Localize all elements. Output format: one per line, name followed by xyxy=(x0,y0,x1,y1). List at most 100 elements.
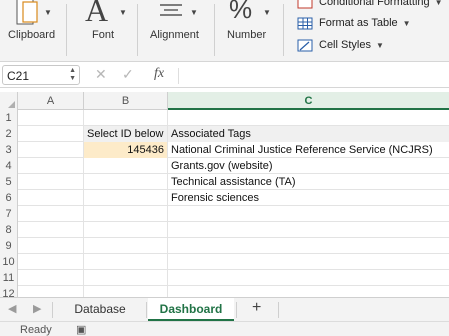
tab-database[interactable]: Database xyxy=(56,298,144,322)
row-header[interactable]: 8 xyxy=(0,222,18,238)
font-label: Font xyxy=(92,29,115,41)
cell-A12[interactable] xyxy=(18,286,84,297)
add-sheet-button[interactable]: + xyxy=(252,299,261,317)
conditional-formatting-button[interactable]: Conditional Formatting ▼ xyxy=(297,0,443,11)
cell-C11[interactable] xyxy=(168,270,449,286)
cell-styles-button[interactable]: Cell Styles ▼ xyxy=(297,36,384,54)
cell-C5[interactable]: Technical assistance (TA) xyxy=(168,174,449,190)
cell-A4[interactable] xyxy=(18,158,84,174)
cell-A2[interactable] xyxy=(18,126,84,142)
row-header[interactable]: 4 xyxy=(0,158,18,174)
cell-B2[interactable]: Select ID below xyxy=(84,126,168,142)
cell-B6[interactable] xyxy=(84,190,168,206)
table-row: 5 Technical assistance (TA) xyxy=(0,174,449,190)
macro-record-icon[interactable]: ▣ xyxy=(76,323,86,336)
cell-A6[interactable] xyxy=(18,190,84,206)
row-header[interactable]: 3 xyxy=(0,142,18,158)
cell-A1[interactable] xyxy=(18,110,84,126)
row-header[interactable]: 1 xyxy=(0,110,18,126)
column-headers: A B C xyxy=(0,92,449,110)
column-header-a[interactable]: A xyxy=(18,92,84,110)
cell-C1[interactable] xyxy=(168,110,449,126)
clipboard-label: Clipboard xyxy=(8,29,56,41)
cell-C2[interactable]: Associated Tags xyxy=(168,126,449,142)
cell-B9[interactable] xyxy=(84,238,168,254)
alignment-group[interactable]: ▼ Alignment xyxy=(138,0,214,61)
tab-dashboard[interactable]: Dashboard xyxy=(148,298,234,322)
align-center-icon[interactable] xyxy=(158,2,184,20)
row-header[interactable]: 9 xyxy=(0,238,18,254)
paste-icon[interactable] xyxy=(16,0,38,26)
percent-icon[interactable]: % xyxy=(229,0,252,25)
clipboard-group[interactable]: ▼ Clipboard xyxy=(0,0,66,61)
table-row: 3 145436 National Criminal Justice Referen… xyxy=(0,142,449,158)
cell-B4[interactable] xyxy=(84,158,168,174)
table-row: 10 xyxy=(0,254,449,270)
cell-C12[interactable] xyxy=(168,286,449,297)
cell-C8[interactable] xyxy=(168,222,449,238)
cell-A3[interactable] xyxy=(18,142,84,158)
row-header[interactable]: 11 xyxy=(0,270,18,286)
cell-C10[interactable] xyxy=(168,254,449,270)
row-header[interactable]: 10 xyxy=(0,254,18,270)
cell-C4[interactable]: Grants.gov (website) xyxy=(168,158,449,174)
cell-C9[interactable] xyxy=(168,238,449,254)
font-group[interactable]: A ▼ Font xyxy=(67,0,137,61)
sheet-tabs-bar: ◀ ▶ Database Dashboard + xyxy=(0,297,449,322)
cell-B7[interactable] xyxy=(84,206,168,222)
table-row: 11 xyxy=(0,270,449,286)
chevron-down-icon[interactable]: ▼ xyxy=(190,8,198,17)
cell-styles-icon xyxy=(297,39,313,52)
chevron-down-icon[interactable]: ▼ xyxy=(263,8,271,17)
cancel-icon[interactable]: ✕ xyxy=(95,66,107,83)
cell-C6[interactable]: Forensic sciences xyxy=(168,190,449,206)
cell-B12[interactable] xyxy=(84,286,168,297)
name-box-value: C21 xyxy=(7,69,30,83)
ribbon: ▼ Clipboard A ▼ Font ▼ Alignment % ▼ Num… xyxy=(0,0,449,62)
row-header[interactable]: 5 xyxy=(0,174,18,190)
cell-A11[interactable] xyxy=(18,270,84,286)
column-header-c[interactable]: C xyxy=(168,92,449,110)
cell-A9[interactable] xyxy=(18,238,84,254)
cell-B11[interactable] xyxy=(84,270,168,286)
status-bar: Ready ▣ xyxy=(0,321,449,336)
cell-B3[interactable]: 145436 xyxy=(84,142,168,158)
confirm-icon[interactable]: ✓ xyxy=(122,66,134,83)
table-row: 2 Select ID below Associated Tags xyxy=(0,126,449,142)
row-header[interactable]: 6 xyxy=(0,190,18,206)
insert-function-icon[interactable]: fx xyxy=(154,66,164,82)
formula-input[interactable] xyxy=(178,68,444,84)
number-group[interactable]: % ▼ Number xyxy=(215,0,281,61)
ribbon-divider xyxy=(283,4,284,56)
name-box-stepper-icon[interactable]: ▲ ▼ xyxy=(69,67,76,83)
row-header[interactable]: 12 xyxy=(0,286,18,297)
tab-divider xyxy=(52,302,53,318)
font-icon[interactable]: A xyxy=(85,0,108,29)
row-header[interactable]: 7 xyxy=(0,206,18,222)
table-row: 6 Forensic sciences xyxy=(0,190,449,206)
tab-divider xyxy=(278,302,279,318)
cell-styles-label: Cell Styles xyxy=(319,39,371,51)
next-sheet-icon[interactable]: ▶ xyxy=(33,302,41,315)
cell-C7[interactable] xyxy=(168,206,449,222)
chevron-down-icon[interactable]: ▼ xyxy=(119,8,127,17)
chevron-down-icon: ▼ xyxy=(402,18,411,28)
spreadsheet-grid[interactable]: A B C 1 2 Select ID below Associated Tags 3 1… xyxy=(0,92,449,297)
cell-A8[interactable] xyxy=(18,222,84,238)
column-header-b[interactable]: B xyxy=(84,92,168,110)
cell-B1[interactable] xyxy=(84,110,168,126)
cell-A5[interactable] xyxy=(18,174,84,190)
cell-B8[interactable] xyxy=(84,222,168,238)
chevron-down-icon[interactable]: ▼ xyxy=(44,8,52,17)
cell-B10[interactable] xyxy=(84,254,168,270)
select-all-corner[interactable] xyxy=(0,92,18,110)
row-header[interactable]: 2 xyxy=(0,126,18,142)
previous-sheet-icon[interactable]: ◀ xyxy=(8,302,16,315)
name-box[interactable]: C21 ▲ ▼ xyxy=(2,65,80,85)
format-as-table-button[interactable]: Format as Table ▼ xyxy=(297,14,411,32)
table-row: 4 Grants.gov (website) xyxy=(0,158,449,174)
cell-C3[interactable]: National Criminal Justice Reference Serv… xyxy=(168,142,449,158)
cell-A7[interactable] xyxy=(18,206,84,222)
cell-A10[interactable] xyxy=(18,254,84,270)
cell-B5[interactable] xyxy=(84,174,168,190)
